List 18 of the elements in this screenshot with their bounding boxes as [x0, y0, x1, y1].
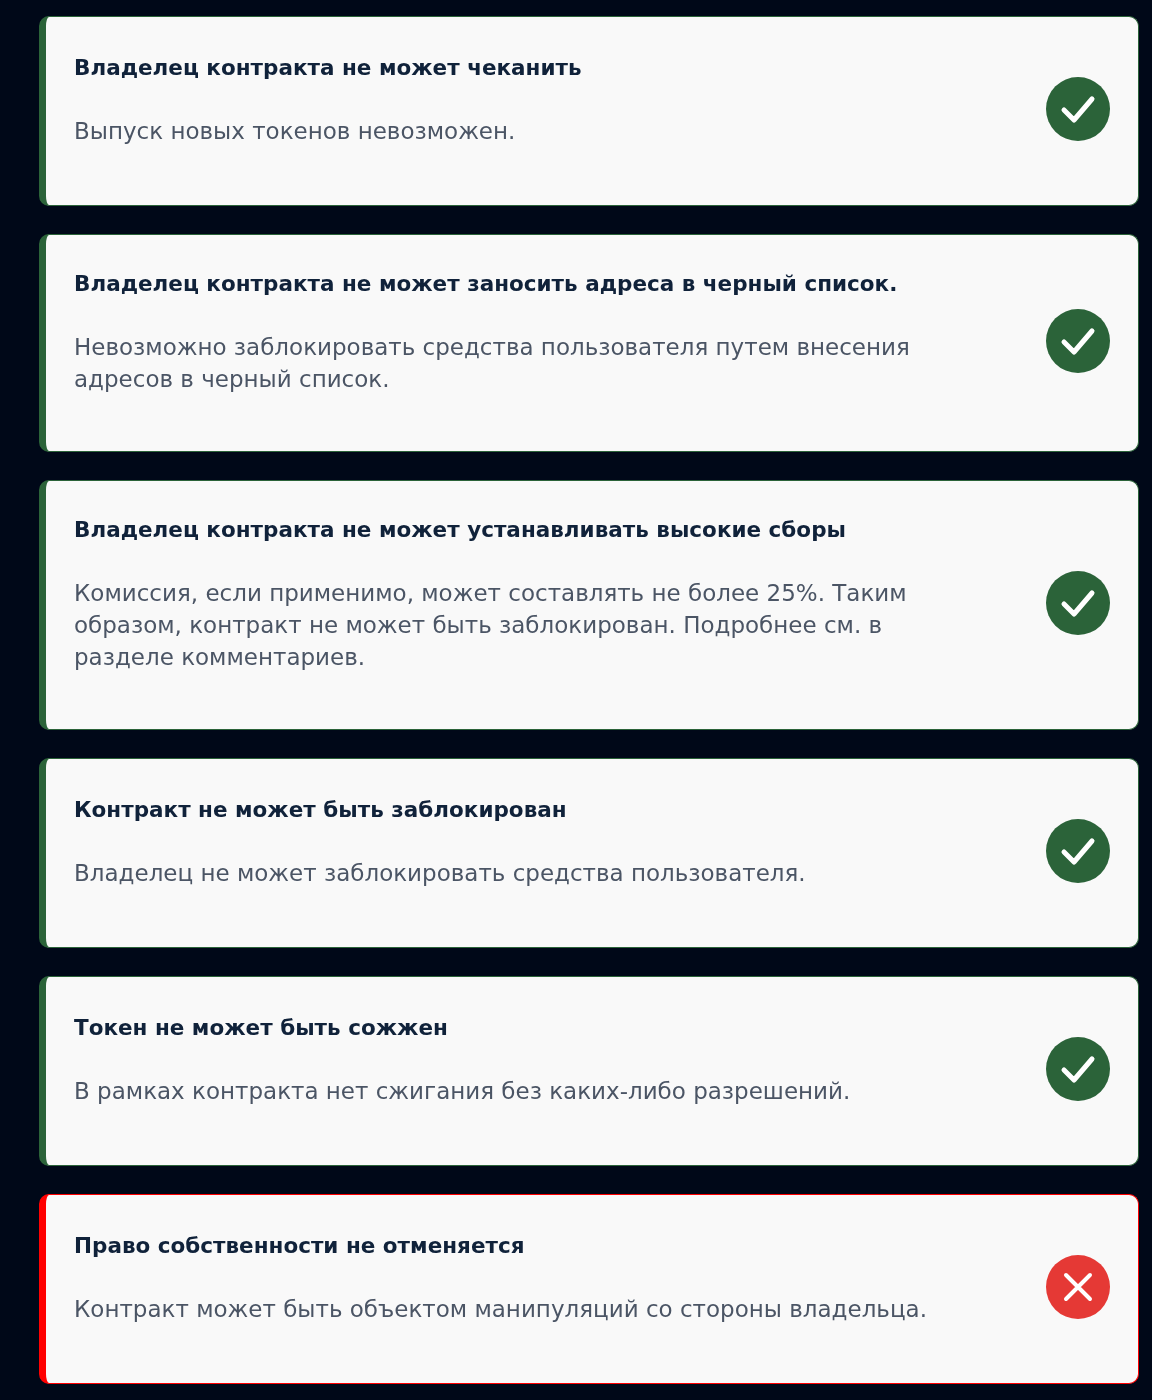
- card-description: Владелец не может заблокировать средства пользователя.: [74, 859, 807, 888]
- card-title: Токен не может быть сожжен: [74, 1014, 449, 1042]
- card-title: Контракт не может быть заблокирован: [74, 796, 568, 824]
- check-icon: [1046, 819, 1110, 883]
- card-description: Контракт может быть объектом манипуляций со стороны владельца.: [74, 1295, 928, 1324]
- card-description: В рамках контракта нет сжигания без каких-либо разрешений.: [74, 1077, 852, 1106]
- check-icon: [1046, 571, 1110, 635]
- card-title: Владелец контракта не может чеканить: [74, 54, 583, 82]
- cross-icon: [1046, 1255, 1110, 1319]
- card-title: Владелец контракта не может заносить адреса в черный список.: [74, 270, 899, 298]
- card-title: Владелец контракта не может устанавливать высокие сборы: [74, 516, 847, 544]
- check-icon: [1046, 309, 1110, 373]
- card-description: Комиссия, если применимо, может составлять не более 25%. Таким образом, контракт не может быть заблокирован. Подробнее см. в разделе комментариев.: [74, 579, 908, 672]
- card-description: Выпуск новых токенов невозможен.: [74, 117, 517, 146]
- check-icon: [1046, 1037, 1110, 1101]
- check-icon: [1046, 77, 1110, 141]
- card-description: Невозможно заблокировать средства пользователя путем внесения адресов в черный список.: [74, 333, 911, 394]
- card-title: Право собственности не отменяется: [74, 1232, 526, 1260]
